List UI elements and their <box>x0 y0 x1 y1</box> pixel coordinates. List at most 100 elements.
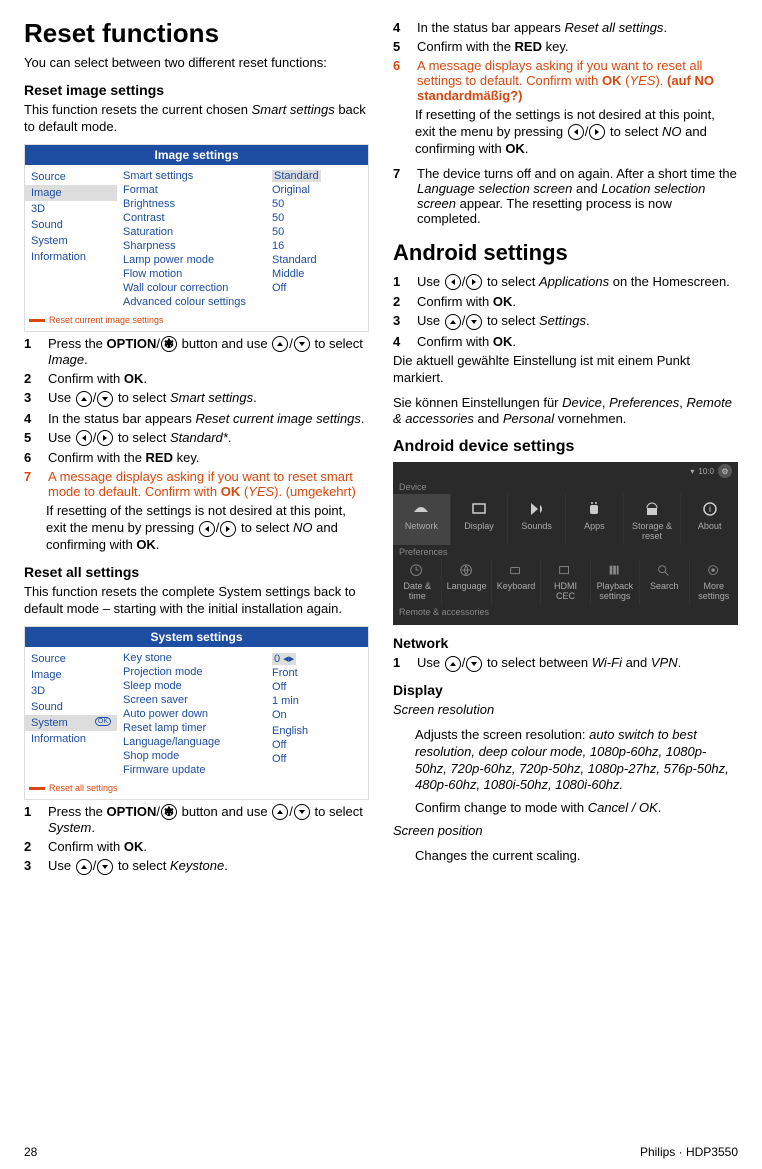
menu-nav-item: 3D <box>25 683 117 699</box>
p-screen-resolution-confirm: Confirm change to mode with Cancel / OK. <box>415 800 738 817</box>
step: Confirm with OK. <box>48 839 369 854</box>
down-icon <box>294 336 310 352</box>
menu-value: 50 <box>272 197 362 211</box>
down-icon <box>466 314 482 330</box>
android-tile: Network <box>393 494 451 545</box>
step: Use / to select Smart settings. <box>48 390 369 407</box>
p-de2: Sie können Einstellungen für Device, Pre… <box>393 395 738 429</box>
android-tile: Keyboard <box>492 559 541 605</box>
menu-value: Middle <box>272 267 362 281</box>
menu-value: Standard <box>272 169 362 183</box>
right-icon <box>589 124 605 140</box>
menu-item: Language/language <box>123 735 272 749</box>
menu-item: Sharpness <box>123 239 272 253</box>
heading-network: Network <box>393 635 738 651</box>
menu-nav-item: 3D <box>25 201 117 217</box>
panel-title: Image settings <box>25 145 368 165</box>
p-reset-all: This function resets the complete System… <box>24 584 369 618</box>
down-icon <box>97 859 113 875</box>
heading-android: Android settings <box>393 240 738 266</box>
panel-foot: Reset all settings <box>25 781 368 799</box>
p-reset-image: This function resets the current chosen … <box>24 102 369 136</box>
up-icon <box>272 804 288 820</box>
step: Confirm with OK. <box>48 371 369 386</box>
menu-item: Wall colour correction <box>123 281 272 295</box>
panel-foot: Reset current image settings <box>25 313 368 331</box>
down-icon <box>294 804 310 820</box>
menu-item: Firmware update <box>123 763 272 777</box>
subhead-screen-resolution: Screen resolution <box>393 702 738 719</box>
step: Use / to select between Wi-Fi and VPN. <box>417 655 738 672</box>
menu-nav-item: SystemOK <box>25 715 117 731</box>
step: Use / to select Keystone. <box>48 858 369 875</box>
menu-nav-item: Sound <box>25 217 117 233</box>
menu-item: Key stone <box>123 651 272 665</box>
android-tile: Playback settings <box>591 559 640 605</box>
up-icon <box>445 314 461 330</box>
p-de1: Die aktuell gewählte Einstellung ist mit… <box>393 353 738 387</box>
left-icon <box>199 521 215 537</box>
panel-title: System settings <box>25 627 368 647</box>
android-tile: Sounds <box>508 494 566 545</box>
step: Confirm with OK. <box>417 294 738 309</box>
menu-item: Shop mode <box>123 749 272 763</box>
menu-item: Advanced colour settings <box>123 295 272 309</box>
menu-item: Brightness <box>123 197 272 211</box>
gear-icon <box>161 336 177 352</box>
menu-value: English <box>272 724 362 738</box>
down-icon <box>466 656 482 672</box>
step: Use / to select Applications on the Home… <box>417 274 738 291</box>
heading-reset-image: Reset image settings <box>24 82 369 98</box>
menu-value: Front <box>272 666 362 680</box>
menu-value: Off <box>272 752 362 766</box>
android-screenshot: ▾10:0⚙ Device NetworkDisplaySoundsAppsSt… <box>393 462 738 625</box>
heading-display: Display <box>393 682 738 698</box>
right-icon <box>466 274 482 290</box>
menu-item: Auto power down <box>123 707 272 721</box>
step-warning: A message displays asking if you want to… <box>417 58 738 103</box>
left-icon <box>445 274 461 290</box>
panel-system-settings: System settings SourceImage3DSoundSystem… <box>24 626 369 800</box>
android-tile: Apps <box>566 494 624 545</box>
step: In the status bar appears Reset current … <box>48 411 369 426</box>
gear-icon <box>161 804 177 820</box>
android-tile: Display <box>451 494 509 545</box>
menu-value: On <box>272 708 362 722</box>
menu-item: Lamp power mode <box>123 253 272 267</box>
android-tile: Storage & reset <box>624 494 682 545</box>
page-number: 28 <box>24 1145 37 1159</box>
menu-item: Sleep mode <box>123 679 272 693</box>
menu-value: 1 min <box>272 694 362 708</box>
step: In the status bar appears Reset all sett… <box>417 20 738 35</box>
heading-reset-all: Reset all settings <box>24 564 369 580</box>
menu-value: Off <box>272 281 362 295</box>
up-icon <box>76 391 92 407</box>
heading-reset-functions: Reset functions <box>24 18 369 49</box>
up-icon <box>76 859 92 875</box>
menu-item: Saturation <box>123 225 272 239</box>
step: Use / to select Standard*. <box>48 430 369 447</box>
android-tile: More settings <box>690 559 738 605</box>
step: Confirm with the RED key. <box>417 39 738 54</box>
menu-nav-item: Source <box>25 651 117 667</box>
panel-image-settings: Image settings SourceImage3DSoundSystemI… <box>24 144 369 332</box>
step: Confirm with OK. <box>417 334 738 349</box>
menu-value: Off <box>272 680 362 694</box>
menu-nav-item: Image <box>25 667 117 683</box>
menu-value: Standard <box>272 253 362 267</box>
menu-nav-item: Information <box>25 249 117 265</box>
android-tile: HDMI CEC <box>541 559 590 605</box>
model: Philips · HDP3550 <box>640 1145 738 1159</box>
gear-icon: ⚙ <box>718 464 732 478</box>
menu-nav-item: Sound <box>25 699 117 715</box>
menu-value: 16 <box>272 239 362 253</box>
menu-nav-item: Image <box>25 185 117 201</box>
android-tile: Language <box>442 559 491 605</box>
left-icon <box>76 430 92 446</box>
wifi-icon: ▾ <box>690 467 694 476</box>
menu-item: Smart settings <box>123 169 272 183</box>
step: The device turns off and on again. After… <box>417 166 738 226</box>
menu-value: Off <box>272 738 362 752</box>
menu-item: Reset lamp timer <box>123 721 272 735</box>
step-note: If resetting of the settings is not desi… <box>415 107 738 158</box>
